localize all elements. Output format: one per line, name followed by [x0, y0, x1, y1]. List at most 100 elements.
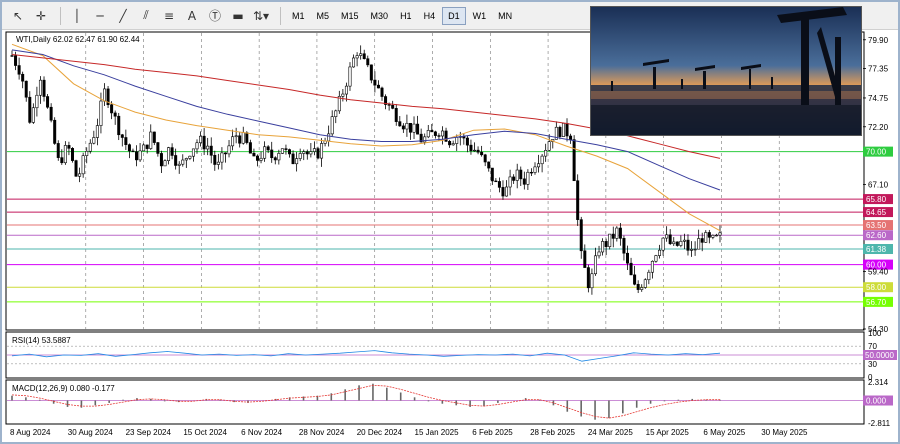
candle-body — [81, 155, 85, 175]
candle-body — [633, 274, 637, 285]
candle-body — [277, 153, 281, 161]
level-label: 70.00 — [866, 148, 887, 157]
candle-body — [597, 251, 601, 257]
candle-body — [53, 119, 57, 144]
candle-body — [35, 94, 39, 109]
candle-body — [103, 88, 107, 102]
timeframe-w1[interactable]: W1 — [468, 7, 492, 25]
candle-body — [127, 144, 131, 152]
candle-body — [238, 135, 242, 144]
candle-body — [170, 147, 174, 156]
candle-body — [647, 271, 651, 281]
candle-body — [206, 145, 210, 150]
price-tick-label: 77.35 — [868, 65, 889, 74]
timeframe-m15[interactable]: M15 — [336, 7, 364, 25]
macd-level-label: 0.000 — [866, 397, 887, 406]
candle-body — [675, 241, 679, 246]
label-icon[interactable]: Ⓣ — [205, 6, 225, 26]
timeframe-d1[interactable]: D1 — [442, 6, 466, 25]
candle-body — [576, 180, 580, 220]
candle-body — [565, 123, 569, 137]
candle-body — [714, 234, 718, 237]
candle-body — [138, 150, 142, 161]
candle-body — [636, 283, 640, 290]
candle-body — [465, 137, 469, 146]
candle-body — [110, 104, 114, 114]
timeframe-m30[interactable]: M30 — [366, 7, 394, 25]
channel-icon[interactable]: ⫽ — [136, 6, 156, 26]
vertical-line-icon[interactable]: │ — [67, 6, 87, 26]
fibonacci-icon[interactable]: ≡ — [159, 6, 179, 26]
candle-body — [252, 152, 256, 157]
level-label: 62.60 — [866, 231, 887, 240]
candle-body — [288, 149, 292, 155]
candle-body — [497, 181, 501, 188]
horizontal-line-icon[interactable]: ─ — [90, 6, 110, 26]
candle-body — [522, 178, 526, 185]
candle-body — [60, 157, 64, 164]
candle-body — [167, 147, 171, 161]
candle-body — [658, 249, 662, 256]
toolbar-divider — [280, 6, 281, 25]
candle-body — [668, 234, 672, 245]
macd-header: MACD(12,26,9) 0.080 -0.177 — [12, 384, 115, 393]
candle-body — [601, 241, 605, 253]
candle-body — [437, 135, 441, 137]
cursor-icon[interactable]: ↖ — [8, 6, 28, 26]
candle-body — [505, 186, 509, 197]
candle-body — [508, 176, 512, 188]
candle-body — [665, 234, 669, 239]
candle-body — [38, 79, 42, 96]
level-label: 56.70 — [866, 298, 887, 307]
candle-body — [494, 180, 498, 183]
timeframe-h1[interactable]: H1 — [395, 7, 417, 25]
price-tick-label: 79.90 — [868, 36, 889, 45]
candle-body — [640, 287, 644, 290]
candle-body — [391, 104, 395, 109]
candle-body — [131, 150, 135, 153]
timeframe-m5[interactable]: M5 — [312, 7, 335, 25]
candle-body — [451, 143, 455, 146]
rectangle-icon[interactable]: ▬ — [228, 6, 248, 26]
date-label: 28 Feb 2025 — [530, 428, 575, 437]
macd-panel — [5, 379, 865, 425]
text-icon[interactable]: A — [182, 6, 202, 26]
candle-body — [579, 219, 583, 252]
candle-body — [24, 80, 28, 98]
shapes-menu-icon[interactable]: ⇅▾ — [251, 6, 271, 26]
timeframe-m1[interactable]: M1 — [287, 7, 310, 25]
candle-body — [401, 125, 405, 130]
candle-body — [487, 161, 491, 169]
candle-body — [643, 279, 647, 288]
candle-body — [88, 142, 92, 152]
candle-body — [547, 141, 551, 151]
candle-body — [540, 155, 544, 165]
candle-body — [145, 144, 149, 149]
timeframe-mn[interactable]: MN — [493, 7, 517, 25]
candle-body — [529, 171, 533, 174]
candle-body — [14, 55, 18, 66]
candle-body — [355, 55, 359, 59]
candle-body — [284, 148, 288, 150]
date-label: 6 May 2025 — [703, 428, 745, 437]
candle-body — [113, 112, 117, 117]
candle-body — [263, 146, 267, 159]
crosshair-icon[interactable]: ✛ — [31, 6, 51, 26]
candle-body — [604, 241, 608, 247]
timeframe-h4[interactable]: H4 — [419, 7, 441, 25]
candle-body — [686, 239, 690, 251]
candle-body — [191, 148, 195, 157]
candle-body — [476, 149, 480, 153]
rsi-tick-label: 100 — [868, 329, 882, 338]
date-label: 8 Aug 2024 — [10, 428, 51, 437]
candle-body — [430, 130, 434, 133]
date-label: 6 Nov 2024 — [241, 428, 282, 437]
candle-body — [718, 232, 722, 236]
candle-body — [533, 166, 537, 173]
candle-body — [202, 135, 206, 150]
candle-body — [302, 151, 306, 154]
candle-body — [42, 79, 46, 97]
candle-body — [327, 133, 331, 142]
trendline-icon[interactable]: ╱ — [113, 6, 133, 26]
candle-body — [231, 136, 235, 147]
